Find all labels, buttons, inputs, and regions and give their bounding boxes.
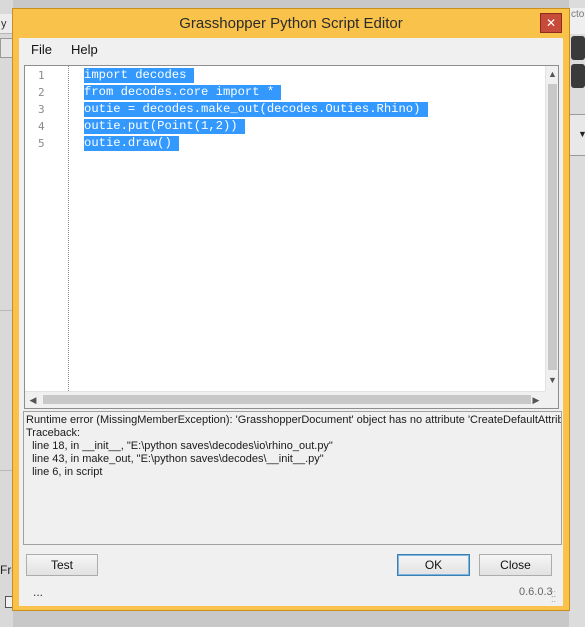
menu-bar: File Help xyxy=(19,38,563,62)
menu-file[interactable]: File xyxy=(25,38,58,62)
background-canvas-right xyxy=(569,0,585,627)
code-line[interactable]: outie.draw() xyxy=(84,136,180,151)
code-line[interactable]: outie.put(Point(1,2)) xyxy=(84,119,245,134)
code-line[interactable]: outie = decodes.make_out(decodes.Outies.… xyxy=(84,102,428,117)
title-bar[interactable]: Grasshopper Python Script Editor ✕ xyxy=(13,9,569,38)
vertical-scrollbar[interactable]: ▲ ▼ xyxy=(545,66,558,391)
code-editor[interactable]: 1 2 3 4 5 import decodes from decodes.co… xyxy=(24,65,559,409)
background-component-icon xyxy=(571,64,585,88)
horizontal-scroll-thumb[interactable] xyxy=(43,395,531,404)
status-text: ... xyxy=(33,585,44,599)
status-bar: ... 0.6.0.3 ⁚⁚ ⁚⁚ xyxy=(19,582,563,606)
line-number: 2 xyxy=(38,86,45,99)
line-number: 4 xyxy=(38,120,45,133)
menu-help[interactable]: Help xyxy=(65,38,104,62)
line-number: 3 xyxy=(38,103,45,116)
scroll-right-icon[interactable]: ▶ xyxy=(528,392,544,408)
chevron-down-icon: ▼ xyxy=(578,129,585,139)
scroll-up-icon[interactable]: ▲ xyxy=(546,66,559,82)
horizontal-scrollbar[interactable]: ◀ ▶ xyxy=(25,391,545,408)
ok-button[interactable]: OK xyxy=(397,554,470,576)
code-line[interactable]: import decodes xyxy=(84,68,194,83)
output-line: Traceback: xyxy=(26,427,81,439)
error-output-panel[interactable]: Runtime error (MissingMemberException): … xyxy=(23,411,562,545)
output-line: line 6, in script xyxy=(26,466,103,478)
editor-client-area: File Help 1 2 3 4 5 import decodes from … xyxy=(19,38,563,606)
vertical-scroll-thumb[interactable] xyxy=(548,84,557,370)
output-line: line 43, in make_out, "E:\python saves\d… xyxy=(26,453,324,465)
version-label: 0.6.0.3 xyxy=(519,586,553,598)
close-icon: ✕ xyxy=(545,16,557,30)
close-button[interactable]: Close xyxy=(479,554,552,576)
code-line[interactable]: from decodes.core import * xyxy=(84,85,282,100)
scroll-left-icon[interactable]: ◀ xyxy=(25,392,41,408)
background-toolbar-right: cto xyxy=(569,8,585,34)
window-title: Grasshopper Python Script Editor xyxy=(179,15,403,32)
test-button[interactable]: Test xyxy=(26,554,98,576)
close-window-button[interactable]: ✕ xyxy=(540,13,562,33)
scrollbar-corner xyxy=(545,391,558,408)
script-editor-window: Grasshopper Python Script Editor ✕ File … xyxy=(12,8,570,611)
output-line: Runtime error (MissingMemberException): … xyxy=(26,414,562,426)
resize-grip-icon[interactable]: ⁚⁚ ⁚⁚ xyxy=(551,591,561,604)
line-number-gutter: 1 2 3 4 5 xyxy=(25,66,69,391)
output-line: line 18, in __init__, "E:\python saves\d… xyxy=(26,440,333,452)
line-number: 5 xyxy=(38,137,45,150)
line-number: 1 xyxy=(38,69,45,82)
scroll-down-icon[interactable]: ▼ xyxy=(546,372,559,388)
background-component-icon xyxy=(571,36,585,60)
background-right-panel: ▼ xyxy=(569,114,585,156)
